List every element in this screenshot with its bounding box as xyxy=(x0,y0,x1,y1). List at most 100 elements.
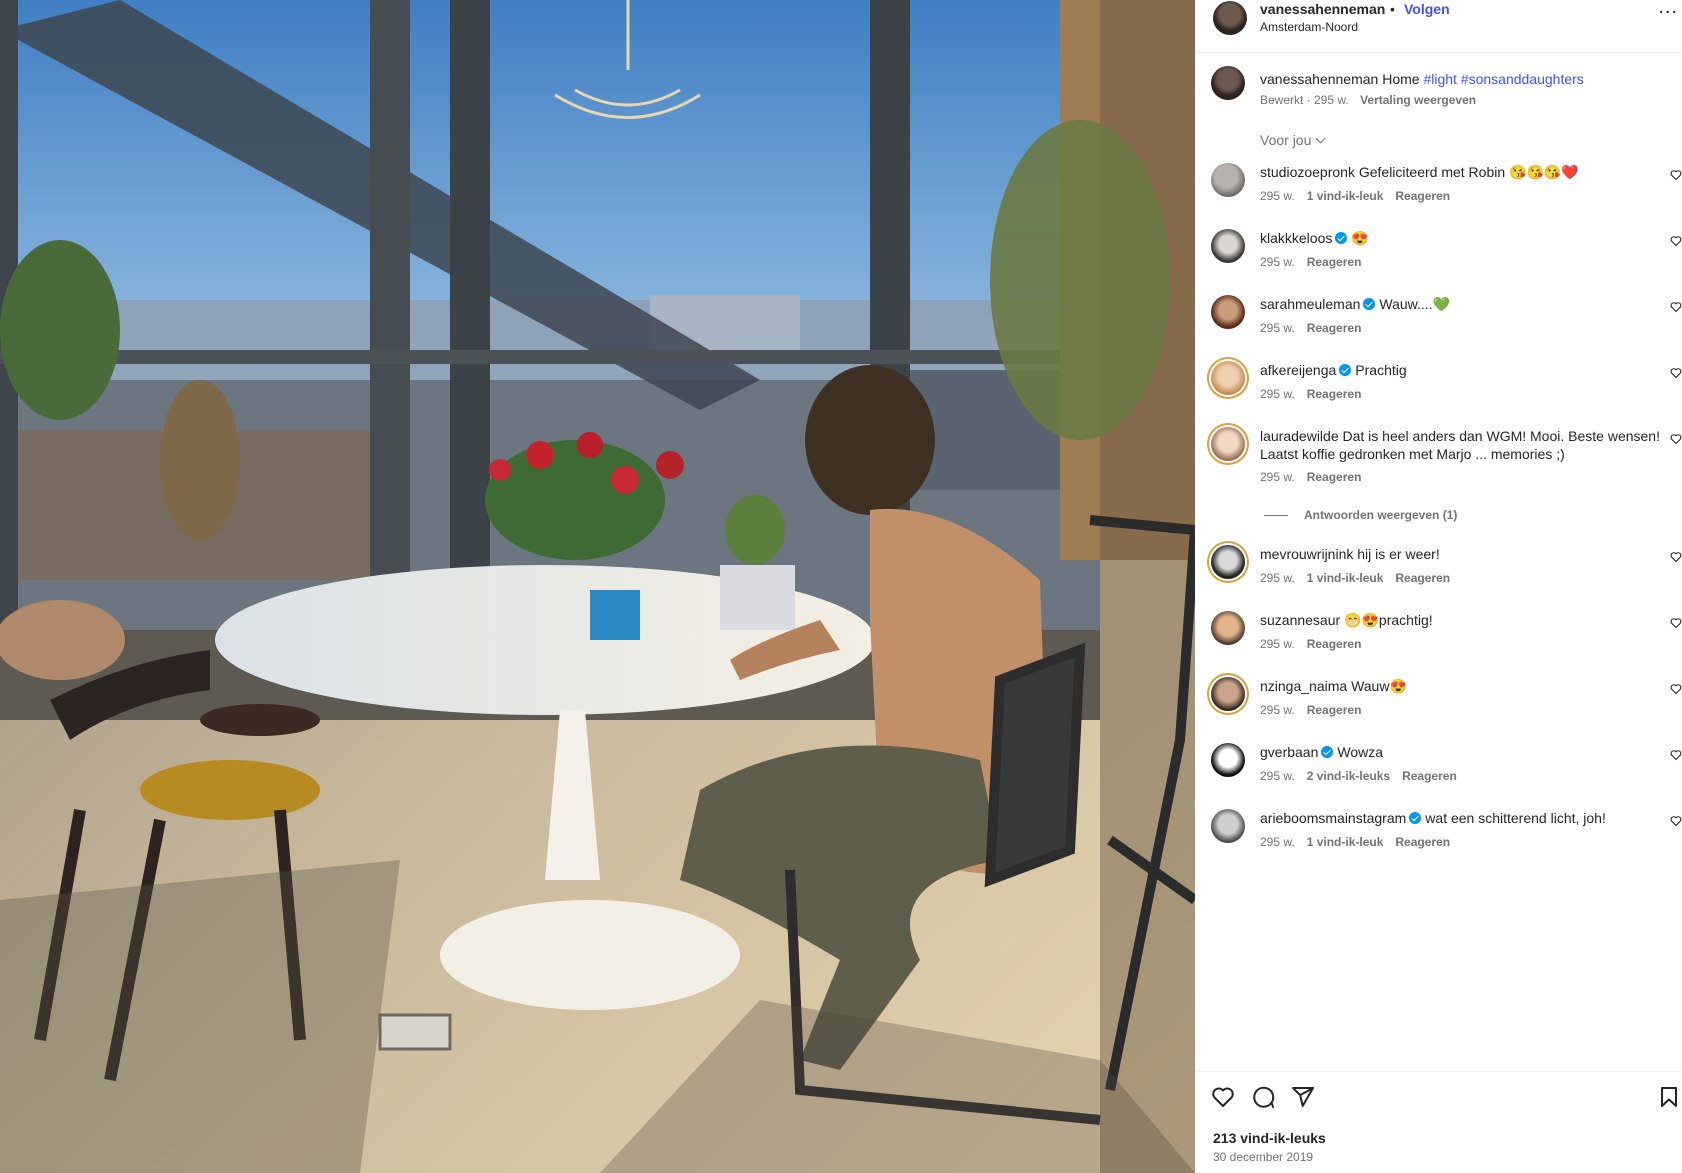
post-date[interactable]: 30 december 2019 xyxy=(1213,1150,1313,1164)
comment-time[interactable]: 295 w. xyxy=(1260,470,1295,484)
comment-heart-icon[interactable] xyxy=(1670,815,1682,827)
commenter-avatar[interactable] xyxy=(1211,545,1245,579)
commenter-username[interactable]: klakkkeloos xyxy=(1260,230,1332,246)
author-avatar[interactable] xyxy=(1213,1,1247,35)
comment-meta: 295 w. Reageren xyxy=(1260,321,1373,335)
comment-meta: 295 w. Reageren xyxy=(1260,470,1373,484)
verified-badge-icon xyxy=(1339,364,1352,376)
comment-meta: 295 w. Reageren xyxy=(1260,637,1373,651)
comment-icon[interactable] xyxy=(1251,1085,1275,1109)
commenter-username[interactable]: gverbaan xyxy=(1260,744,1318,760)
post-header: vanessahenneman • Volgen Amsterdam-Noord… xyxy=(1195,0,1682,53)
reply-button[interactable]: Reageren xyxy=(1307,387,1362,401)
author-username[interactable]: vanessahenneman xyxy=(1260,1,1385,17)
comment-like-count[interactable]: 1 vind-ik-leuk xyxy=(1307,835,1384,849)
commenter-avatar[interactable] xyxy=(1211,809,1245,843)
follow-button[interactable]: Volgen xyxy=(1404,1,1450,17)
commenter-username[interactable]: nzinga_naima xyxy=(1260,678,1347,694)
reply-button[interactable]: Reageren xyxy=(1402,769,1457,783)
comment-like-count[interactable]: 1 vind-ik-leuk xyxy=(1307,571,1384,585)
post-location[interactable]: Amsterdam-Noord xyxy=(1260,20,1358,34)
like-count[interactable]: 213 vind-ik-leuks xyxy=(1213,1130,1326,1146)
comment-meta: 295 w. Reageren xyxy=(1260,387,1373,401)
comment-text: Wauw....💚 xyxy=(1379,296,1450,312)
reply-button[interactable]: Reageren xyxy=(1307,255,1362,269)
view-replies-button[interactable]: Antwoorden weergeven (1) xyxy=(1264,508,1457,522)
heart-icon[interactable] xyxy=(1211,1085,1235,1109)
commenter-avatar[interactable] xyxy=(1211,229,1245,263)
share-icon[interactable] xyxy=(1291,1085,1315,1109)
commenter-username[interactable]: sarahmeuleman xyxy=(1260,296,1360,312)
post-photo-illustration xyxy=(0,0,1195,1173)
verified-badge-icon xyxy=(1321,746,1334,758)
commenter-username[interactable]: mevrouwrijnink xyxy=(1260,546,1353,562)
commenter-avatar[interactable] xyxy=(1211,361,1245,395)
reply-button[interactable]: Reageren xyxy=(1307,321,1362,335)
comment-text: Prachtig xyxy=(1355,362,1407,378)
comment-text: Wauw😍 xyxy=(1351,678,1407,694)
comment-like-count[interactable]: 2 vind-ik-leuks xyxy=(1307,769,1390,783)
caption-username[interactable]: vanessahenneman xyxy=(1260,71,1378,87)
commenter-avatar[interactable] xyxy=(1211,611,1245,645)
comment-text: Gefeliciteerd met Robin 😘😘😘❤️ xyxy=(1358,164,1579,180)
reply-button[interactable]: Reageren xyxy=(1395,571,1450,585)
comment-time[interactable]: 295 w. xyxy=(1260,637,1295,651)
comment-time[interactable]: 295 w. xyxy=(1260,255,1295,269)
comment-meta: 295 w. 1 vind-ik-leuk Reageren xyxy=(1260,189,1462,203)
post-photo xyxy=(0,0,1195,1173)
separator-dot: • xyxy=(1390,1,1395,17)
caption-hashtags[interactable]: #light #sonsanddaughters xyxy=(1423,71,1583,87)
commenter-username[interactable]: arieboomsmainstagram xyxy=(1260,810,1406,826)
commenter-avatar[interactable] xyxy=(1211,427,1245,461)
caption-meta: Bewerkt · 295 w. Vertaling weergeven xyxy=(1260,93,1476,107)
post-side-panel: vanessahenneman • Volgen Amsterdam-Noord… xyxy=(1195,0,1682,1173)
comment-heart-icon[interactable] xyxy=(1670,235,1682,247)
comment-time[interactable]: 295 w. xyxy=(1260,835,1295,849)
comment-time[interactable]: 295 w. xyxy=(1260,571,1295,585)
reply-button[interactable]: Reageren xyxy=(1395,189,1450,203)
comment-time[interactable]: 295 w. xyxy=(1260,321,1295,335)
comment-heart-icon[interactable] xyxy=(1670,367,1682,379)
comment-time[interactable]: 295 w. xyxy=(1260,703,1295,717)
commenter-username[interactable]: studiozoepronk xyxy=(1260,164,1355,180)
commenter-username[interactable]: suzannesaur xyxy=(1260,612,1340,628)
caption-edited: Bewerkt · 295 w. xyxy=(1260,93,1349,107)
comment-heart-icon[interactable] xyxy=(1670,169,1682,181)
bookmark-icon[interactable] xyxy=(1657,1085,1681,1109)
commenter-username[interactable]: afkereijenga xyxy=(1260,362,1336,378)
reply-button[interactable]: Reageren xyxy=(1307,470,1362,484)
comment-heart-icon[interactable] xyxy=(1670,433,1682,445)
commenter-avatar[interactable] xyxy=(1211,163,1245,197)
translate-button[interactable]: Vertaling weergeven xyxy=(1360,93,1476,107)
comment-body: klakkkeloos 😍 xyxy=(1260,229,1660,247)
view-replies-label: Antwoorden weergeven (1) xyxy=(1304,508,1458,522)
commenter-avatar[interactable] xyxy=(1211,677,1245,711)
comment-text: wat een schitterend licht, joh! xyxy=(1425,810,1606,826)
commenter-avatar[interactable] xyxy=(1211,743,1245,777)
comment-heart-icon[interactable] xyxy=(1670,301,1682,313)
comment-meta: 295 w. 1 vind-ik-leuk Reageren xyxy=(1260,571,1462,585)
comment-like-count[interactable]: 1 vind-ik-leuk xyxy=(1307,189,1384,203)
verified-badge-icon xyxy=(1335,232,1348,244)
comment-heart-icon[interactable] xyxy=(1670,683,1682,695)
comment-text: 😁😍prachtig! xyxy=(1344,612,1433,628)
caption-author-avatar[interactable] xyxy=(1211,66,1245,100)
comment-heart-icon[interactable] xyxy=(1670,617,1682,629)
reply-button[interactable]: Reageren xyxy=(1307,637,1362,651)
caption-text: vanessahenneman Home #light #sonsanddaug… xyxy=(1260,71,1584,87)
reply-button[interactable]: Reageren xyxy=(1395,835,1450,849)
comment-text: 😍 xyxy=(1351,230,1369,246)
comment-meta: 295 w. Reageren xyxy=(1260,703,1373,717)
comment-heart-icon[interactable] xyxy=(1670,551,1682,563)
reply-button[interactable]: Reageren xyxy=(1307,703,1362,717)
commenter-avatar[interactable] xyxy=(1211,295,1245,329)
comment-text: Wowza xyxy=(1337,744,1384,760)
more-icon[interactable]: ... xyxy=(1658,0,1678,17)
comment-sort-dropdown[interactable]: Voor jou xyxy=(1260,132,1326,148)
comment-time[interactable]: 295 w. xyxy=(1260,387,1295,401)
comment-heart-icon[interactable] xyxy=(1670,749,1682,761)
commenter-username[interactable]: lauradewilde xyxy=(1260,428,1339,444)
comment-time[interactable]: 295 w. xyxy=(1260,769,1295,783)
comment-body: studiozoepronk Gefeliciteerd met Robin 😘… xyxy=(1260,163,1660,181)
comment-time[interactable]: 295 w. xyxy=(1260,189,1295,203)
